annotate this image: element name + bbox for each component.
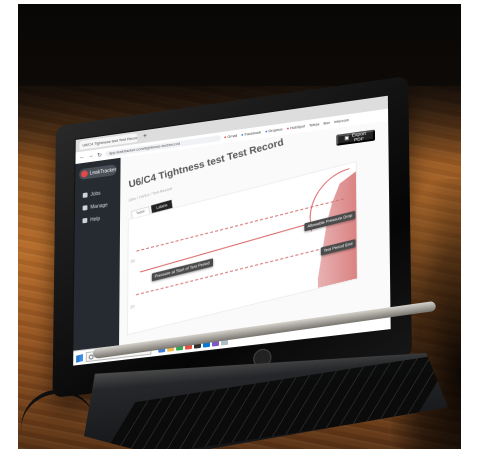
laptop-screen: U6/C4 Tightness test Test Record + ← → ↻… bbox=[72, 94, 392, 367]
sidebar-item-label: Manage bbox=[90, 201, 108, 211]
brand-name: LeakTracker bbox=[89, 166, 117, 177]
bookmark-label: Tetrax bbox=[308, 122, 320, 128]
gmail-icon: ● bbox=[224, 135, 227, 140]
brand-icon bbox=[81, 170, 88, 178]
bookmark-hubspot[interactable]: ● HubSpot bbox=[287, 124, 305, 131]
bookmark-tetrax[interactable]: Tetrax bbox=[309, 122, 319, 127]
bookmark-intercom[interactable]: Intercom bbox=[334, 118, 349, 124]
help-icon bbox=[82, 217, 88, 224]
sidebar: LeakTracker Jobs Manage Help bbox=[73, 157, 121, 351]
photo-frame: U6/C4 Tightness test Test Record + ← → ↻… bbox=[18, 4, 461, 449]
y-axis-tick: 20 bbox=[130, 303, 135, 310]
bookmark-dropbox[interactable]: ● Dropbox bbox=[265, 127, 283, 133]
new-tab-icon[interactable]: + bbox=[143, 133, 147, 140]
dropbox-icon: ● bbox=[265, 129, 268, 134]
refresh-icon[interactable]: ↻ bbox=[97, 151, 103, 159]
export-pdf-label: Export PDF bbox=[351, 131, 366, 143]
export-pdf-button[interactable]: ▣ Export PDF bbox=[336, 129, 376, 146]
windows-start-icon[interactable] bbox=[76, 353, 83, 363]
bookmark-label: HubSpot bbox=[290, 124, 305, 131]
brand-logo[interactable]: LeakTracker bbox=[79, 164, 117, 181]
photo-stage: U6/C4 Tightness test Test Record + ← → ↻… bbox=[0, 0, 479, 453]
sidebar-item-label: Jobs bbox=[90, 190, 101, 198]
pressure-chart: 30 20 Pressure at Start of Test Period A… bbox=[126, 160, 358, 336]
bookmark-facebook[interactable]: ● Facebook bbox=[241, 130, 261, 137]
facebook-icon: ● bbox=[241, 132, 244, 138]
hubspot-icon: ● bbox=[286, 126, 290, 131]
bookmark-box[interactable]: Box bbox=[323, 121, 330, 126]
document-icon: ▣ bbox=[344, 136, 350, 142]
sidebar-item-label: Help bbox=[90, 215, 101, 223]
main-panel: ▣ Export PDF U6/C4 Tightness test Test R… bbox=[119, 120, 391, 346]
forward-icon[interactable]: → bbox=[88, 153, 94, 160]
y-axis-tick: 30 bbox=[130, 257, 135, 265]
bookmark-label: Intercom bbox=[334, 118, 350, 125]
bookmark-label: Gmail bbox=[227, 133, 238, 140]
bookmark-label: Facebook bbox=[244, 130, 262, 137]
folder-icon bbox=[82, 192, 88, 198]
back-icon[interactable]: ← bbox=[79, 154, 85, 161]
bookmark-gmail[interactable]: ● Gmail bbox=[224, 134, 237, 140]
settings-icon bbox=[82, 205, 88, 211]
bookmark-label: Box bbox=[323, 120, 331, 126]
bookmark-label: Dropbox bbox=[268, 127, 283, 134]
